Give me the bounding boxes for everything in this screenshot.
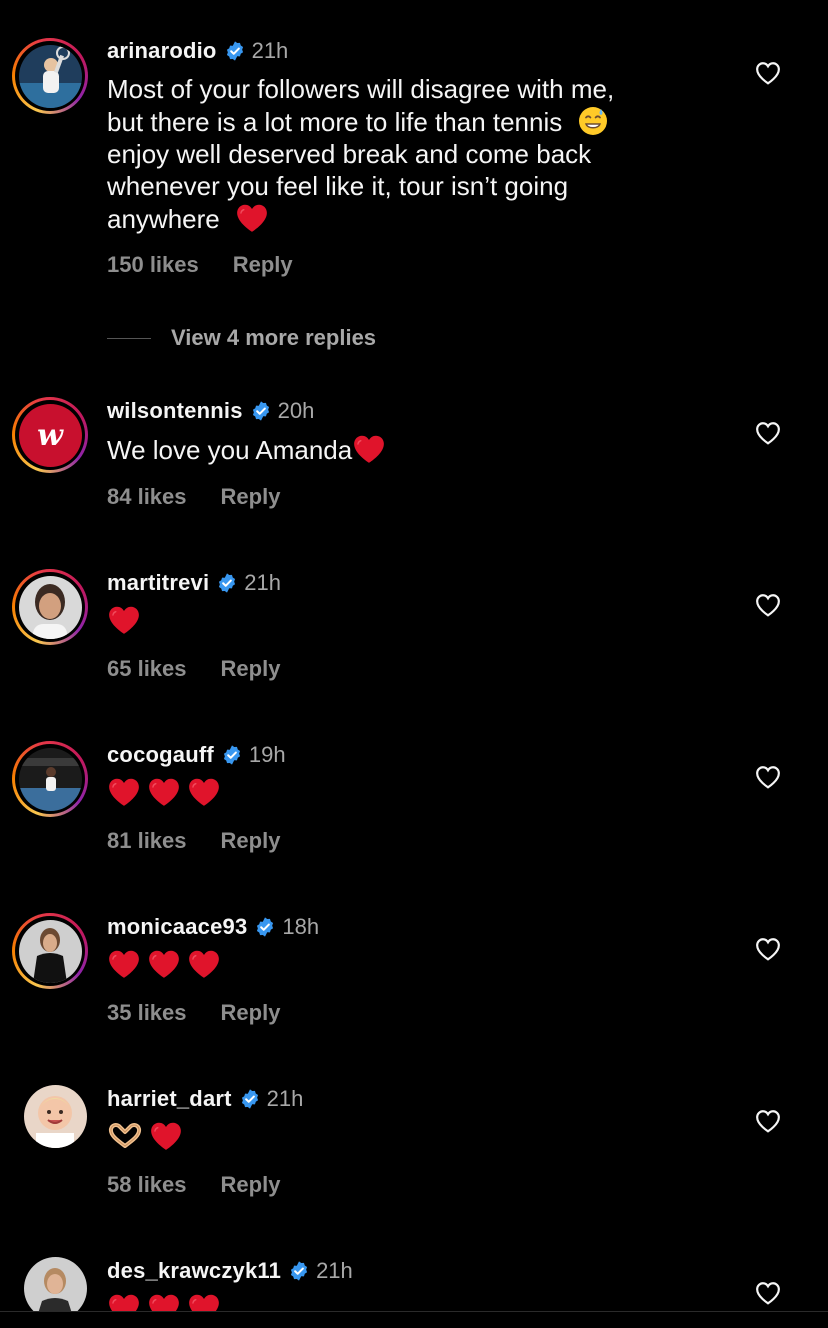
red-heart-emoji	[187, 1292, 221, 1311]
red-heart-emoji	[107, 1292, 141, 1311]
comment-item: des_krawczyk11 21h	[0, 0, 828, 1311]
username[interactable]: des_krawczyk11	[107, 1258, 281, 1284]
verified-badge-icon	[288, 1260, 310, 1282]
portrait-avatar[interactable]	[24, 1257, 87, 1311]
like-heart-icon[interactable]	[755, 1281, 781, 1305]
red-heart-emoji	[147, 1292, 181, 1311]
bottom-divider	[0, 1311, 828, 1312]
comment-text	[107, 1292, 707, 1311]
timestamp: 21h	[316, 1258, 353, 1283]
